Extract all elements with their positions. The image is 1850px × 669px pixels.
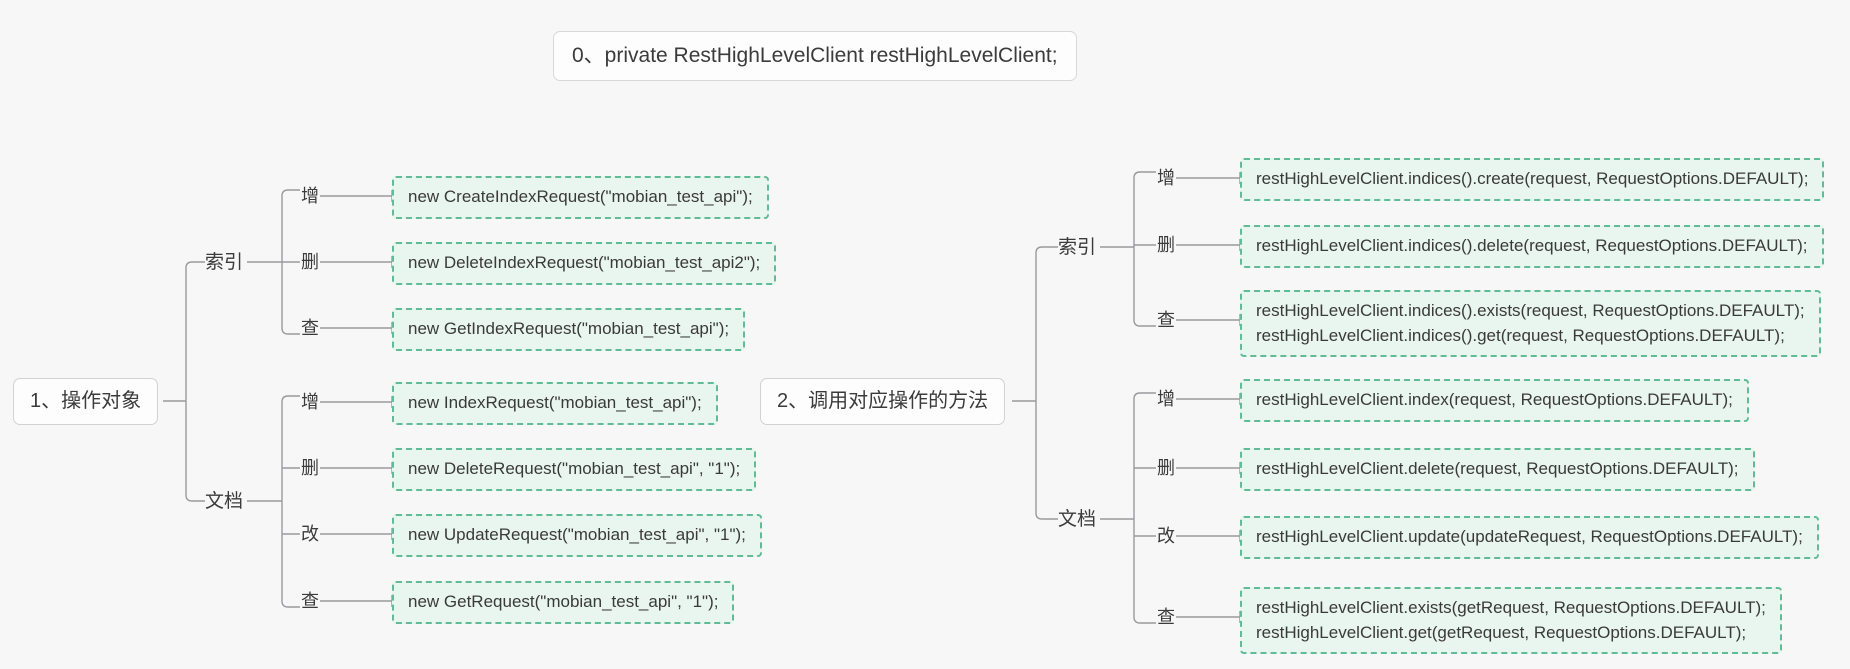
left-category-index-label: 索引 <box>205 252 244 273</box>
left-index-code-add[interactable]: new CreateIndexRequest("mobian_test_api"… <box>392 176 769 219</box>
left-document-item-label-delete: 删 <box>301 458 319 478</box>
left-document-code-update[interactable]: new UpdateRequest("mobian_test_api", "1"… <box>392 514 762 557</box>
left-document-item-label-add: 增 <box>301 392 319 412</box>
code-line: restHighLevelClient.indices().get(reques… <box>1256 325 1785 345</box>
left-root-label: 1、操作对象 <box>30 390 142 412</box>
left-index-item-label-delete: 删 <box>301 252 319 272</box>
right-index-code-add[interactable]: restHighLevelClient.indices().create(req… <box>1240 158 1825 201</box>
code-line: restHighLevelClient.exists(getRequest, R… <box>1256 598 1766 617</box>
mindmap-canvas: 0、private RestHighLevelClient restHighLe… <box>0 0 1850 669</box>
left-category-document-label: 文档 <box>205 491 244 512</box>
code-line: new GetIndexRequest("mobian_test_api"); <box>408 319 730 338</box>
right-document-code-add[interactable]: restHighLevelClient.index(request, Reque… <box>1240 379 1749 422</box>
left-document-item-label-query: 查 <box>301 591 319 611</box>
right-category-index-label: 索引 <box>1058 237 1097 258</box>
left-document-code-delete[interactable]: new DeleteRequest("mobian_test_api", "1"… <box>392 448 757 491</box>
right-document-item-label-delete: 删 <box>1157 458 1175 478</box>
code-line: new GetRequest("mobian_test_api", "1"); <box>408 592 719 611</box>
right-document-item-label-query: 查 <box>1157 607 1175 627</box>
right-document-code-delete[interactable]: restHighLevelClient.delete(request, Requ… <box>1240 448 1755 491</box>
code-line: new DeleteIndexRequest("mobian_test_api2… <box>408 253 761 272</box>
left-document-item-label-update: 改 <box>301 524 319 544</box>
code-line: restHighLevelClient.delete(request, Requ… <box>1256 459 1739 478</box>
code-line: restHighLevelClient.update(updateRequest… <box>1256 527 1803 546</box>
diagram-title-text: 0、private RestHighLevelClient restHighLe… <box>572 44 1058 67</box>
left-root-node[interactable]: 1、操作对象 <box>13 378 159 425</box>
right-document-code-query[interactable]: restHighLevelClient.exists(getRequest, R… <box>1240 587 1782 655</box>
code-line: new UpdateRequest("mobian_test_api", "1"… <box>408 525 746 544</box>
left-index-item-label-add: 增 <box>301 186 319 206</box>
code-line: restHighLevelClient.index(request, Reque… <box>1256 390 1733 409</box>
right-index-code-query[interactable]: restHighLevelClient.indices().exists(req… <box>1240 290 1821 358</box>
right-document-item-label-add: 增 <box>1157 389 1175 409</box>
diagram-title: 0、private RestHighLevelClient restHighLe… <box>553 31 1077 82</box>
left-document-code-query[interactable]: new GetRequest("mobian_test_api", "1"); <box>392 581 735 624</box>
left-document-code-add[interactable]: new IndexRequest("mobian_test_api"); <box>392 382 718 425</box>
code-line: restHighLevelClient.indices().create(req… <box>1256 169 1809 188</box>
right-index-item-label-delete: 删 <box>1157 235 1175 255</box>
code-line: new CreateIndexRequest("mobian_test_api"… <box>408 187 753 206</box>
right-index-item-label-query: 查 <box>1157 310 1175 330</box>
code-line: new DeleteRequest("mobian_test_api", "1"… <box>408 459 741 478</box>
right-root-label: 2、调用对应操作的方法 <box>777 390 989 412</box>
code-line: restHighLevelClient.indices().delete(req… <box>1256 236 1808 255</box>
right-index-code-delete[interactable]: restHighLevelClient.indices().delete(req… <box>1240 225 1824 268</box>
right-document-item-label-update: 改 <box>1157 526 1175 546</box>
code-line: restHighLevelClient.indices().exists(req… <box>1256 301 1805 320</box>
left-index-item-label-query: 查 <box>301 318 319 338</box>
code-line: restHighLevelClient.get(getRequest, Requ… <box>1256 622 1747 642</box>
right-category-document-label: 文档 <box>1058 509 1097 530</box>
code-line: new IndexRequest("mobian_test_api"); <box>408 393 702 412</box>
right-document-code-update[interactable]: restHighLevelClient.update(updateRequest… <box>1240 516 1819 559</box>
left-index-code-delete[interactable]: new DeleteIndexRequest("mobian_test_api2… <box>392 242 777 285</box>
right-index-item-label-add: 增 <box>1157 168 1175 188</box>
left-index-code-query[interactable]: new GetIndexRequest("mobian_test_api"); <box>392 308 746 351</box>
right-root-node[interactable]: 2、调用对应操作的方法 <box>760 378 1006 425</box>
